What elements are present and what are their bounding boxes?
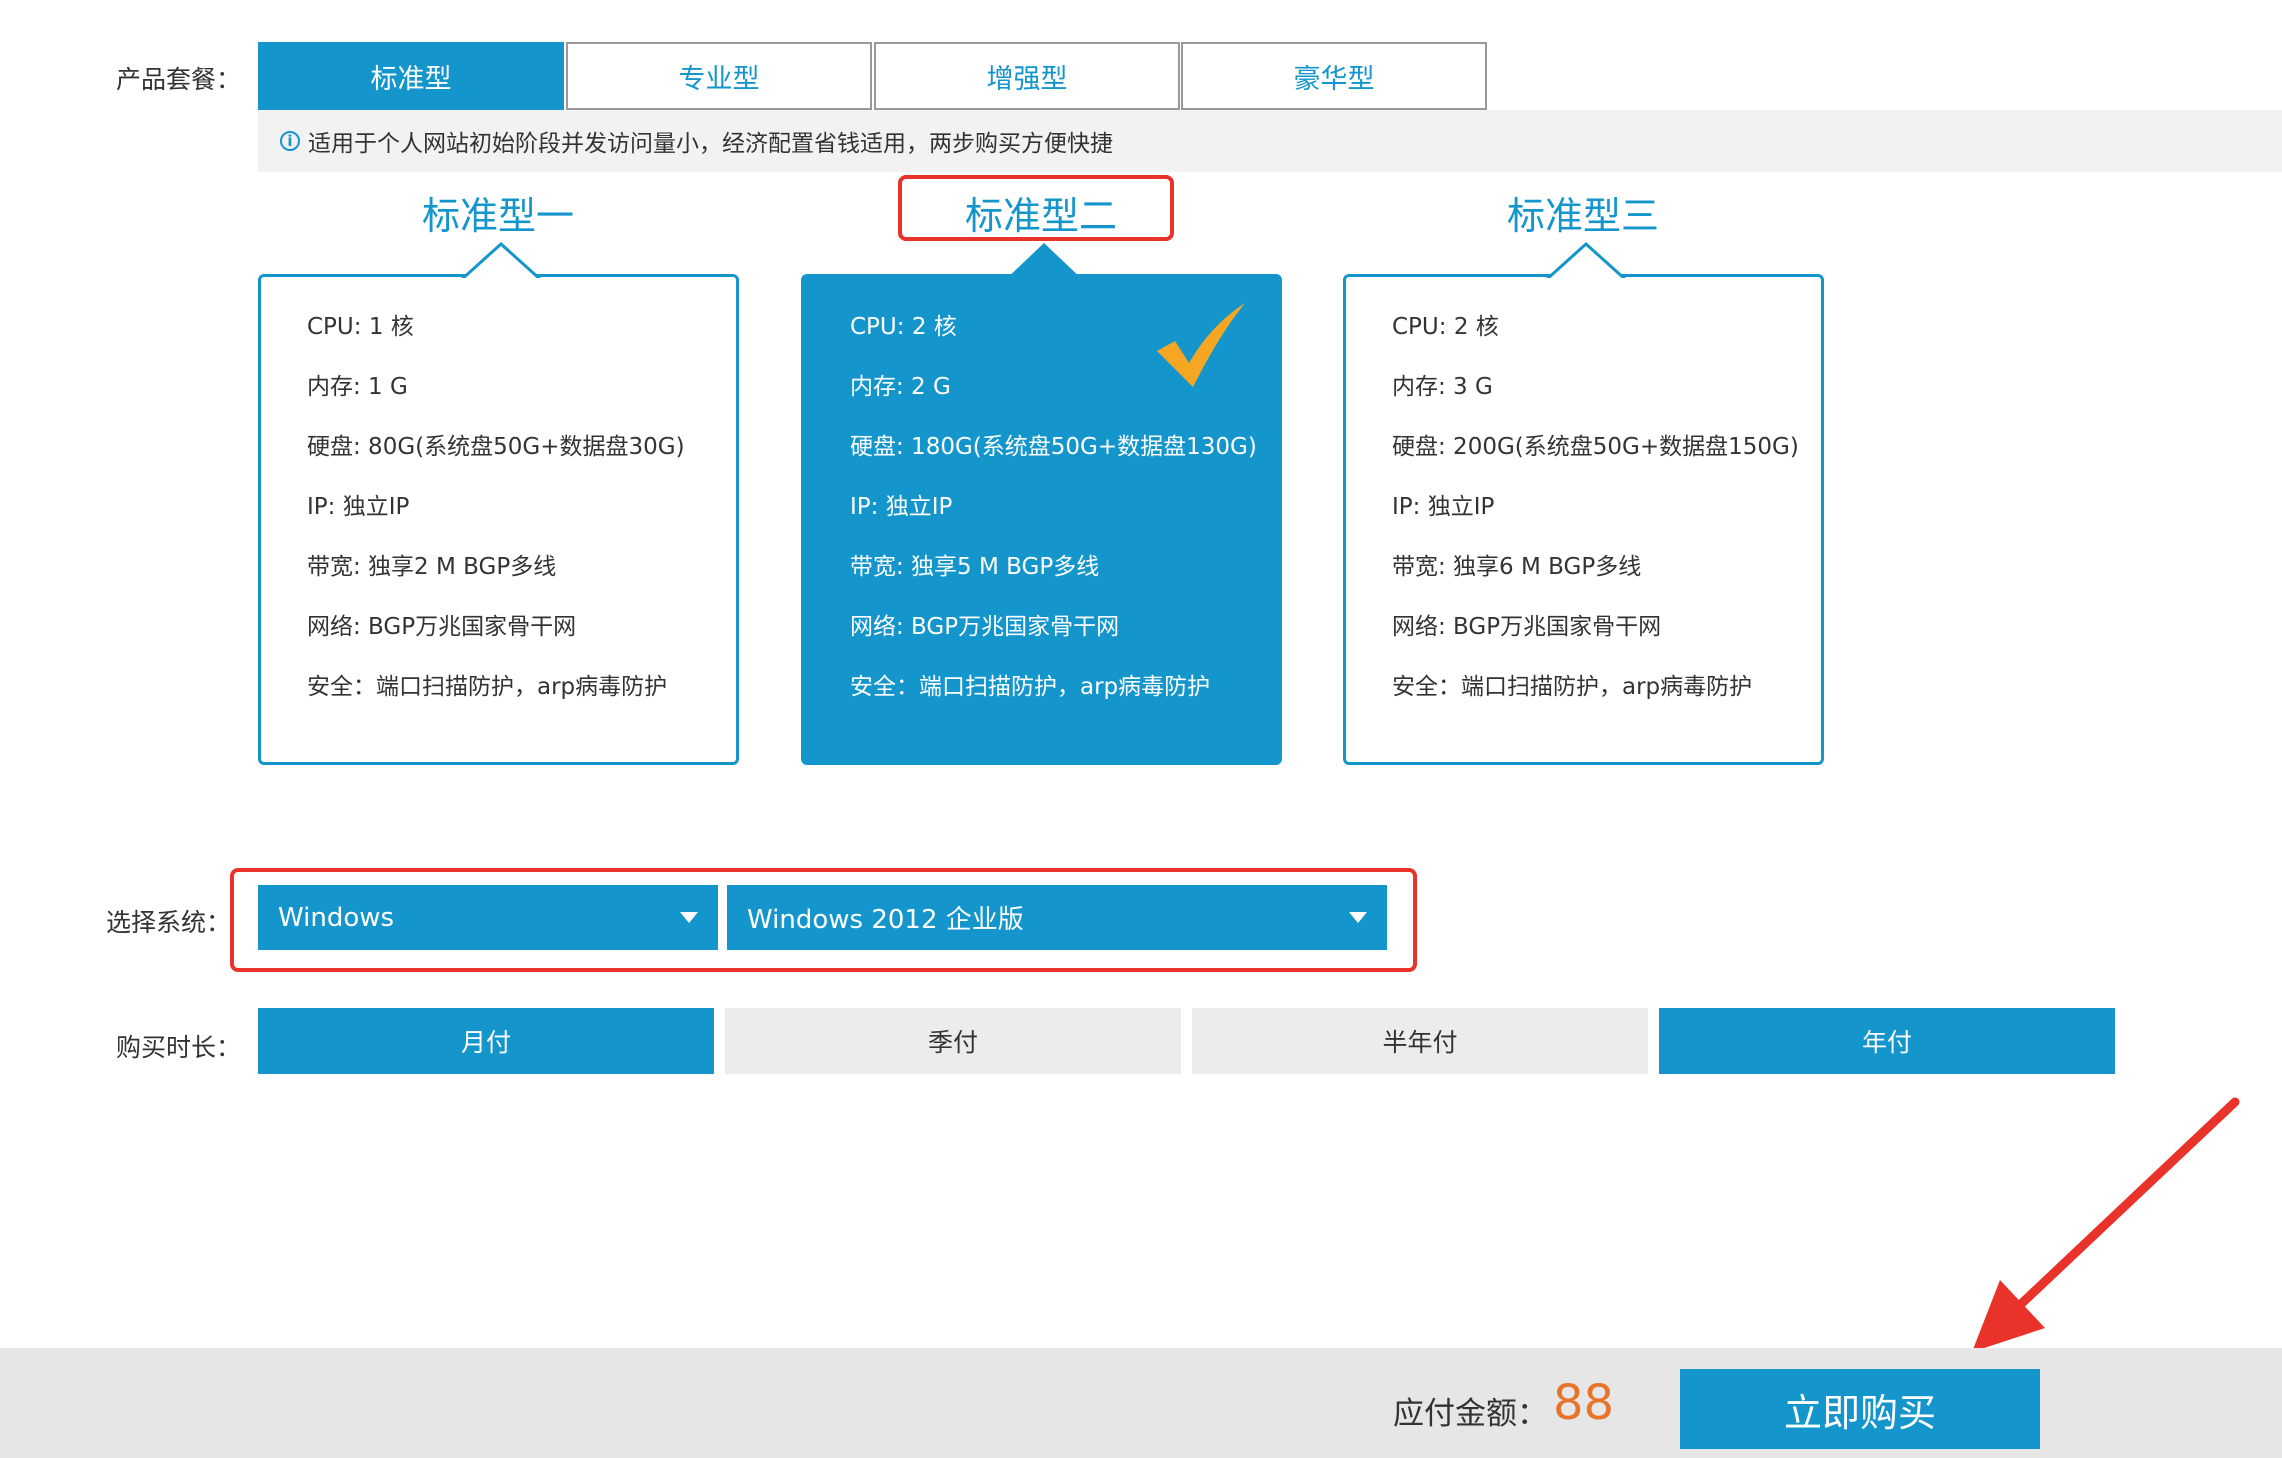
tab-luxury[interactable]: 豪华型 xyxy=(1181,42,1487,110)
plan-title-1: 标准型一 xyxy=(421,194,574,238)
tab-professional[interactable]: 专业型 xyxy=(566,42,872,110)
plan-1-memory: 内存: 1 G xyxy=(307,374,408,400)
plan-1-disk: 硬盘: 80G(系统盘50G+数据盘30G) xyxy=(307,434,685,460)
plan-card-1[interactable]: CPU: 1 核 内存: 1 G 硬盘: 80G(系统盘50G+数据盘30G) … xyxy=(258,241,739,765)
duration-quarterly[interactable]: 季付 xyxy=(725,1008,1181,1074)
os-label: 选择系统： xyxy=(106,908,232,937)
plan-card-3[interactable]: CPU: 2 核 内存: 3 G 硬盘: 200G(系统盘50G+数据盘150G… xyxy=(1343,241,1824,765)
buy-now-button[interactable]: 立即购买 xyxy=(1680,1369,2040,1449)
duration-label: 购买时长： xyxy=(116,1033,242,1062)
plan-3-cpu: CPU: 2 核 xyxy=(1392,314,1499,340)
plan-3-security: 安全：端口扫描防护，arp病毒防护 xyxy=(1392,674,1753,700)
selected-plan-highlight xyxy=(898,175,1174,241)
plan-1-ip: IP: 独立IP xyxy=(307,494,410,520)
plan-3-memory: 内存: 3 G xyxy=(1392,374,1493,400)
plan-2-bandwidth: 带宽: 独享5 M BGP多线 xyxy=(850,554,1100,580)
plan-card-2[interactable]: CPU: 2 核 内存: 2 G 硬盘: 180G(系统盘50G+数据盘130G… xyxy=(801,243,1282,765)
tab-enhanced[interactable]: 增强型 xyxy=(874,42,1180,110)
plan-1-network: 网络: BGP万兆国家骨干网 xyxy=(307,614,577,640)
plan-2-network: 网络: BGP万兆国家骨干网 xyxy=(850,614,1120,640)
package-info-bar: i 适用于个人网站初始阶段并发访问量小，经济配置省钱适用，两步购买方便快捷 xyxy=(258,110,2282,172)
amount-label: 应付金额： xyxy=(1393,1396,1548,1432)
amount-value: 88 xyxy=(1553,1375,1615,1431)
plan-1-security: 安全：端口扫描防护，arp病毒防护 xyxy=(307,674,668,700)
card-pointer xyxy=(1546,241,1626,281)
card-pointer xyxy=(1004,243,1084,281)
card-pointer xyxy=(461,241,541,281)
plan-2-security: 安全：端口扫描防护，arp病毒防护 xyxy=(850,674,1211,700)
duration-monthly[interactable]: 月付 xyxy=(258,1008,714,1074)
plan-2-disk: 硬盘: 180G(系统盘50G+数据盘130G) xyxy=(850,434,1257,460)
plan-3-disk: 硬盘: 200G(系统盘50G+数据盘150G) xyxy=(1392,434,1799,460)
arrow-annotation-icon xyxy=(1972,1097,2240,1352)
duration-half-year[interactable]: 半年付 xyxy=(1192,1008,1648,1074)
plan-title-3: 标准型三 xyxy=(1506,194,1659,238)
checkmark-icon xyxy=(1157,303,1245,387)
package-label: 产品套餐： xyxy=(116,65,242,94)
plan-1-cpu: CPU: 1 核 xyxy=(307,314,414,340)
plan-3-ip: IP: 独立IP xyxy=(1392,494,1495,520)
package-info-text: 适用于个人网站初始阶段并发访问量小，经济配置省钱适用，两步购买方便快捷 xyxy=(308,131,1113,157)
duration-yearly[interactable]: 年付 xyxy=(1659,1008,2115,1074)
plan-2-ip: IP: 独立IP xyxy=(850,494,953,520)
plan-3-bandwidth: 带宽: 独享6 M BGP多线 xyxy=(1392,554,1642,580)
os-selection-highlight xyxy=(230,868,1417,972)
info-icon: i xyxy=(280,131,300,151)
tab-standard[interactable]: 标准型 xyxy=(258,42,564,110)
plan-1-bandwidth: 带宽: 独享2 M BGP多线 xyxy=(307,554,557,580)
plan-3-network: 网络: BGP万兆国家骨干网 xyxy=(1392,614,1662,640)
